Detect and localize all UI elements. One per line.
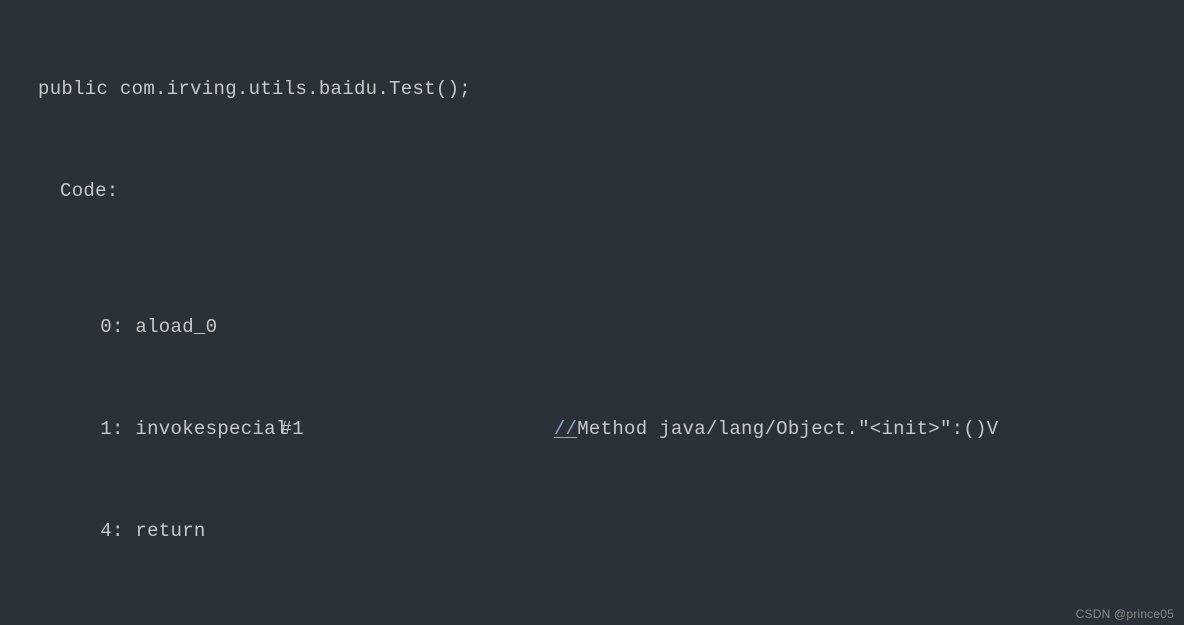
method-signature: public com.irving.utils.baidu.Test(); <box>0 72 1184 106</box>
code-block: public com.irving.utils.baidu.Test(); Co… <box>0 0 1184 625</box>
comment-slashes: // <box>554 412 577 446</box>
code-label: Code: <box>0 174 1184 208</box>
bytecode-line: 1: invokespecial#1// Method java/lang/Ob… <box>0 412 1184 446</box>
bytecode-line: 0: aload_0 <box>0 310 1184 344</box>
bytecode-line: 4: return <box>0 514 1184 548</box>
watermark-text: CSDN @prince05 <box>1076 607 1174 621</box>
